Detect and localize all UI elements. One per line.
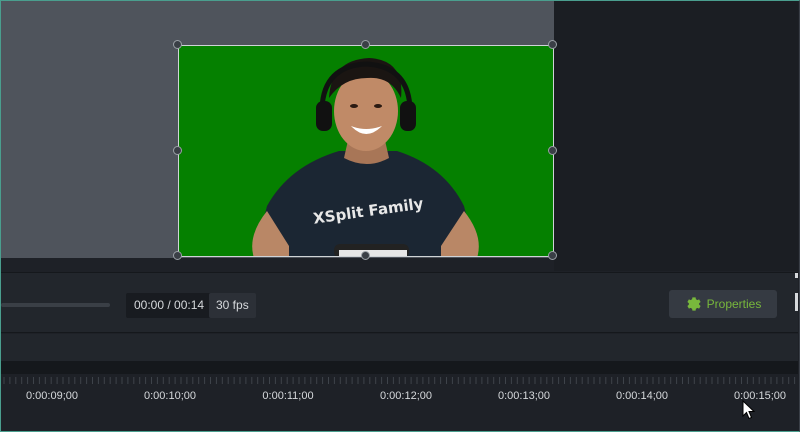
canvas-offscreen [554,1,798,271]
timeline-ruler[interactable]: 0:00:09;00 0:00:10;00 0:00:11;00 0:00:12;00… [1,374,798,431]
gear-icon [687,297,701,311]
preview-canvas: XSplit Family [1,1,798,271]
resize-handle-top[interactable] [361,40,370,49]
resize-handle-bottom[interactable] [361,251,370,260]
resize-handle-bottom-right[interactable] [548,251,557,260]
resize-handle-top-left[interactable] [173,40,182,49]
resize-handle-right[interactable] [548,146,557,155]
resize-handle-left[interactable] [173,146,182,155]
ruler-tick-label: 0:00:12;00 [380,390,432,402]
resize-handle-top-right[interactable] [548,40,557,49]
ruler-tick-label: 0:00:14;00 [616,390,668,402]
video-content: XSplit Family [179,46,553,256]
video-media-frame[interactable]: XSplit Family [178,45,554,257]
properties-label: Properties [706,297,762,311]
ruler-tick-label: 0:00:11;00 [262,390,314,402]
ruler-ticks [3,377,796,384]
playback-controls: 00:00 / 00:14 30 fps Properties [1,272,798,333]
track-header-strip [1,334,798,361]
timecode-display: 00:00 / 00:14 [126,293,213,318]
fps-display[interactable]: 30 fps [209,293,256,318]
ruler-tick-label: 0:00:13;00 [498,390,550,402]
properties-button[interactable]: Properties [669,290,777,318]
scrub-slider[interactable] [1,303,110,307]
timeline-separator [1,361,798,374]
ruler-tick-label: 0:00:10;00 [144,390,196,402]
panel-edge-marker [795,273,798,311]
resize-handle-bottom-left[interactable] [173,251,182,260]
ruler-tick-label: 0:00:09;00 [26,390,78,402]
mouse-cursor-icon [742,400,756,420]
